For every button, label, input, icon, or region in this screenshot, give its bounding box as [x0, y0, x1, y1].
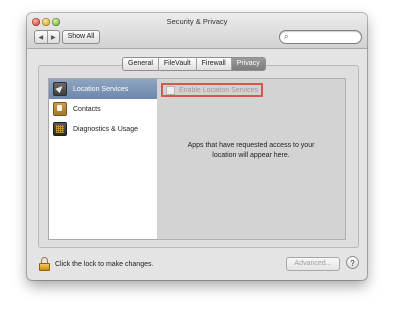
service-label: Diagnostics & Usage	[73, 125, 138, 133]
enable-location-services-checkbox[interactable]	[166, 85, 175, 95]
enable-location-services-highlight: Enable Location Services	[161, 83, 263, 97]
service-label: Location Services	[73, 85, 129, 93]
service-item-contacts[interactable]: Contacts	[49, 99, 157, 119]
tab-firewall[interactable]: Firewall	[195, 58, 231, 70]
forward-arrow-icon[interactable]: ▶	[46, 31, 60, 43]
tab-filevault[interactable]: FileVault	[157, 58, 196, 70]
tab-general[interactable]: General	[123, 58, 158, 70]
help-button[interactable]: ?	[346, 256, 359, 269]
location-services-detail-pane: Enable Location Services Apps that have …	[157, 78, 346, 240]
enable-location-services-label: Enable Location Services	[179, 86, 258, 94]
tab-privacy[interactable]: Privacy	[230, 58, 265, 70]
message-line-2: location will appear here.	[212, 152, 290, 159]
tab-bar: General FileVault Firewall Privacy	[122, 57, 266, 71]
lock-icon[interactable]	[39, 257, 50, 271]
service-item-diagnostics-usage[interactable]: Diagnostics & Usage	[49, 119, 157, 139]
message-line-1: Apps that have requested access to your	[187, 142, 315, 149]
contacts-book-icon	[53, 102, 67, 116]
service-label: Contacts	[73, 105, 101, 113]
search-field[interactable]: ⌕	[279, 30, 362, 44]
service-item-location-services[interactable]: Location Services	[49, 79, 157, 99]
apps-requested-access-message: Apps that have requested access to your …	[167, 141, 335, 161]
location-arrow-icon	[53, 82, 67, 96]
search-icon: ⌕	[284, 32, 289, 41]
window-title: Security & Privacy	[166, 17, 228, 26]
show-all-button[interactable]: Show All	[62, 30, 100, 44]
lock-status-text: Click the lock to make changes.	[55, 261, 154, 268]
privacy-service-list: Location Services Contacts Diagnostics &…	[48, 78, 158, 240]
security-privacy-window: Security & Privacy ◀ ▶ Show All ⌕ Genera…	[27, 13, 367, 280]
title-bar: Security & Privacy ◀ ▶ Show All ⌕	[27, 13, 367, 49]
back-arrow-icon[interactable]: ◀	[35, 31, 47, 43]
back-forward-control: ◀ ▶	[34, 30, 60, 44]
search-input[interactable]	[294, 31, 354, 42]
advanced-button[interactable]: Advanced...	[286, 257, 340, 271]
diagnostics-grid-icon	[53, 122, 67, 136]
